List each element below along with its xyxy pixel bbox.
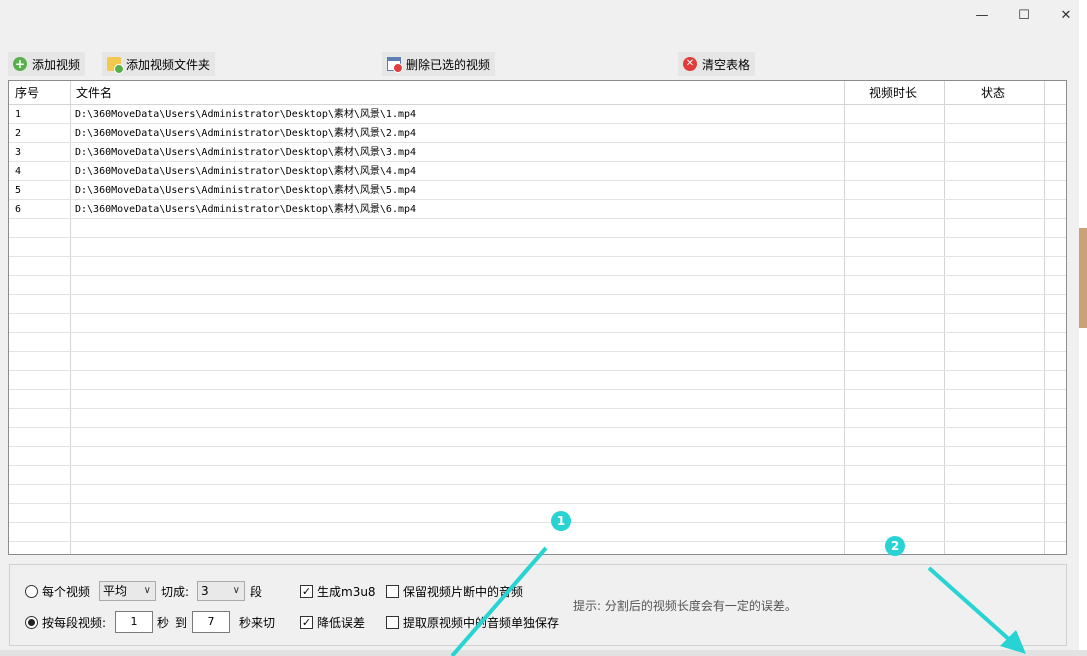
per-video-label: 每个视频 bbox=[42, 584, 91, 599]
mode-select[interactable]: 平均 ∨ bbox=[99, 581, 156, 601]
row-index: 6 bbox=[15, 204, 22, 215]
add-folder-button[interactable]: 添加视频文件夹 bbox=[102, 52, 216, 76]
table-row[interactable] bbox=[9, 428, 1066, 447]
table-row[interactable] bbox=[9, 276, 1066, 295]
seconds-label: 秒 bbox=[157, 615, 170, 630]
header-filename[interactable]: 文件名 bbox=[76, 81, 112, 105]
header-status[interactable]: 状态 bbox=[981, 81, 1005, 105]
delete-selected-button[interactable]: 删除已选的视频 bbox=[382, 52, 496, 76]
background-image-strip bbox=[1079, 228, 1087, 328]
to-label: 到 bbox=[175, 615, 188, 630]
tip-text: 提示: 分割后的视频长度会有一定的误差。 bbox=[573, 599, 797, 613]
table-row[interactable]: 6 D:\360MoveData\Users\Administrator\Desk… bbox=[9, 200, 1066, 219]
row-filename: D:\360MoveData\Users\Administrator\Deskt… bbox=[75, 147, 417, 158]
maximize-button[interactable]: ☐ bbox=[1003, 0, 1045, 30]
add-video-label: 添加视频 bbox=[32, 57, 81, 72]
segments-select[interactable]: 3 ∨ bbox=[197, 581, 245, 601]
keep-audio-label: 保留视频片断中的音频 bbox=[403, 584, 524, 599]
plus-icon: + bbox=[13, 57, 27, 71]
header-index[interactable]: 序号 bbox=[15, 81, 39, 105]
row-index: 2 bbox=[15, 128, 22, 139]
gen-m3u8-checkbox[interactable]: ✓ bbox=[300, 584, 313, 598]
table-row[interactable] bbox=[9, 390, 1066, 409]
table-row[interactable] bbox=[9, 466, 1066, 485]
row-filename: D:\360MoveData\Users\Administrator\Deskt… bbox=[75, 166, 417, 177]
table-row[interactable] bbox=[9, 333, 1066, 352]
gen-m3u8-option[interactable]: ✓ 生成m3u8 bbox=[300, 581, 376, 601]
table-row[interactable] bbox=[9, 238, 1066, 257]
table-row[interactable] bbox=[9, 314, 1066, 333]
gen-m3u8-label: 生成m3u8 bbox=[317, 584, 376, 599]
keep-audio-option[interactable]: 保留视频片断中的音频 bbox=[386, 581, 523, 601]
row-filename: D:\360MoveData\Users\Administrator\Deskt… bbox=[75, 185, 417, 196]
table-row[interactable] bbox=[9, 257, 1066, 276]
reduce-error-label: 降低误差 bbox=[317, 615, 366, 630]
background-window-edge bbox=[1079, 0, 1087, 656]
reduce-error-checkbox[interactable]: ✓ bbox=[300, 615, 313, 629]
minimize-button[interactable]: — bbox=[961, 0, 1003, 30]
folder-add-icon bbox=[107, 57, 124, 74]
row-index: 3 bbox=[15, 147, 22, 158]
table-row[interactable] bbox=[9, 485, 1066, 504]
header-duration[interactable]: 视频时长 bbox=[869, 81, 917, 105]
toolbar: + 添加视频 添加视频文件夹 删除已选的视频 ✕ 清空表格 bbox=[8, 52, 1068, 76]
table-row[interactable] bbox=[9, 219, 1066, 238]
row-filename: D:\360MoveData\Users\Administrator\Deskt… bbox=[75, 128, 417, 139]
extract-audio-label: 提取原视频中的音频单独保存 bbox=[403, 615, 560, 630]
row-index: 5 bbox=[15, 185, 22, 196]
row-index: 4 bbox=[15, 166, 22, 177]
table-row[interactable]: 2 D:\360MoveData\Users\Administrator\Desk… bbox=[9, 124, 1066, 143]
annotation-badge-1: 1 bbox=[551, 511, 571, 531]
segments-select-value: 3 bbox=[201, 584, 209, 598]
per-video-option[interactable]: 每个视频 bbox=[25, 581, 90, 601]
seconds-cut-label: 秒来切 bbox=[239, 615, 276, 630]
table-row[interactable]: 1 D:\360MoveData\Users\Administrator\Desk… bbox=[9, 105, 1066, 124]
table-row[interactable] bbox=[9, 295, 1066, 314]
add-video-button[interactable]: + 添加视频 bbox=[8, 52, 86, 76]
reduce-error-option[interactable]: ✓ 降低误差 bbox=[300, 612, 365, 632]
per-segment-radio[interactable] bbox=[25, 615, 38, 629]
table-body: 1 D:\360MoveData\Users\Administrator\Desk… bbox=[9, 105, 1066, 554]
mode-select-value: 平均 bbox=[103, 584, 128, 598]
row-filename: D:\360MoveData\Users\Administrator\Deskt… bbox=[75, 204, 417, 215]
table-row[interactable]: 3 D:\360MoveData\Users\Administrator\Desk… bbox=[9, 143, 1066, 162]
chevron-down-icon: ∨ bbox=[232, 585, 240, 596]
window-controls: — ☐ ✕ bbox=[961, 0, 1087, 30]
per-segment-label: 按每段视频: bbox=[42, 615, 107, 630]
cut-into-label: 切成: bbox=[161, 584, 190, 599]
row-filename: D:\360MoveData\Users\Administrator\Deskt… bbox=[75, 109, 417, 120]
clear-table-label: 清空表格 bbox=[702, 57, 751, 72]
table-row[interactable] bbox=[9, 504, 1066, 523]
extract-audio-option[interactable]: 提取原视频中的音频单独保存 bbox=[386, 612, 559, 632]
per-segment-option[interactable]: 按每段视频: bbox=[25, 612, 106, 632]
chevron-down-icon: ∨ bbox=[143, 585, 151, 596]
bottom-bar bbox=[0, 650, 1087, 656]
delete-selected-label: 删除已选的视频 bbox=[406, 57, 491, 72]
table-row[interactable] bbox=[9, 352, 1066, 371]
table-row[interactable]: 5 D:\360MoveData\Users\Administrator\Desk… bbox=[9, 181, 1066, 200]
delete-window-icon bbox=[387, 57, 403, 73]
add-folder-label: 添加视频文件夹 bbox=[126, 57, 211, 72]
table-row[interactable] bbox=[9, 447, 1066, 466]
clear-table-button[interactable]: ✕ 清空表格 bbox=[678, 52, 756, 76]
table-row[interactable] bbox=[9, 523, 1066, 542]
split-options-panel: 每个视频 平均 ∨ 切成: 3 ∨ 段 按每段视频: 1 秒 到 7 秒来切 ✓… bbox=[9, 564, 1067, 646]
keep-audio-checkbox[interactable] bbox=[386, 584, 399, 598]
table-row[interactable] bbox=[9, 371, 1066, 390]
annotation-badge-2: 2 bbox=[885, 536, 905, 556]
clear-icon: ✕ bbox=[683, 57, 697, 71]
to-seconds-input[interactable]: 7 bbox=[192, 611, 230, 633]
table-row[interactable] bbox=[9, 409, 1066, 428]
segments-unit: 段 bbox=[250, 584, 263, 599]
video-table[interactable]: 序号 文件名 视频时长 状态 1 D:\360MoveData\Users\Adm… bbox=[8, 80, 1067, 555]
per-video-radio[interactable] bbox=[25, 584, 38, 598]
row-index: 1 bbox=[15, 109, 22, 120]
from-seconds-input[interactable]: 1 bbox=[115, 611, 153, 633]
table-row[interactable]: 4 D:\360MoveData\Users\Administrator\Desk… bbox=[9, 162, 1066, 181]
extract-audio-checkbox[interactable] bbox=[386, 615, 399, 629]
table-header: 序号 文件名 视频时长 状态 bbox=[9, 81, 1066, 105]
